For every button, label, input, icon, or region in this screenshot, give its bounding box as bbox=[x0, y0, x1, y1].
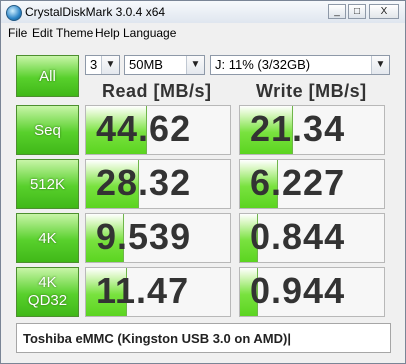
4k-qd32-read-value: 11.47 bbox=[96, 270, 190, 311]
read-header: Read [MB/s] bbox=[102, 81, 212, 101]
seq-write-value: 21.34 bbox=[250, 108, 346, 149]
chevron-down-icon: ▼ bbox=[186, 56, 204, 74]
512k-write-result: 6.227 bbox=[239, 159, 385, 209]
chevron-down-icon: ▼ bbox=[101, 56, 119, 74]
all-button[interactable]: All bbox=[16, 55, 79, 97]
menu-file[interactable]: File bbox=[8, 26, 27, 40]
menu-help[interactable]: Help bbox=[95, 26, 120, 40]
maximize-button[interactable]: □ bbox=[348, 4, 366, 19]
title-bar[interactable]: CrystalDiskMark 3.0.4 x64 _ □ X bbox=[1, 1, 405, 24]
4k-write-value: 0.844 bbox=[250, 216, 346, 257]
test-count-value: 3 bbox=[90, 57, 98, 72]
close-button[interactable]: X bbox=[369, 4, 399, 19]
comment-input[interactable]: Toshiba eMMC (Kingston USB 3.0 on AMD)| bbox=[16, 323, 391, 353]
drive-select[interactable]: J: 11% (3/32GB) ▼ bbox=[210, 55, 390, 75]
seq-label: Seq bbox=[34, 121, 61, 139]
4k-read-value: 9.539 bbox=[96, 216, 192, 257]
seq-button[interactable]: Seq bbox=[16, 105, 79, 155]
menu-edit[interactable]: Edit bbox=[32, 26, 53, 40]
test-size-select[interactable]: 50MB ▼ bbox=[124, 55, 205, 75]
all-button-label: All bbox=[39, 67, 56, 85]
test-size-value: 50MB bbox=[129, 57, 163, 72]
drive-value: J: 11% (3/32GB) bbox=[215, 57, 311, 72]
minimize-button[interactable]: _ bbox=[328, 4, 346, 19]
seq-read-value: 44.62 bbox=[96, 108, 192, 149]
4k-qd32-label: 4K bbox=[38, 274, 57, 291]
4k-write-result: 0.844 bbox=[239, 213, 385, 263]
4k-read-result: 9.539 bbox=[85, 213, 231, 263]
menu-bar: File Edit Theme Help Language bbox=[1, 23, 405, 43]
512k-read-value: 28.32 bbox=[96, 162, 192, 203]
seq-write-result: 21.34 bbox=[239, 105, 385, 155]
512k-button[interactable]: 512K bbox=[16, 159, 79, 209]
512k-label: 512K bbox=[29, 175, 66, 193]
window-title: CrystalDiskMark 3.0.4 x64 bbox=[25, 5, 166, 19]
4k-qd32-sublabel: QD32 bbox=[27, 292, 68, 309]
app-window: CrystalDiskMark 3.0.4 x64 _ □ X File Edi… bbox=[0, 0, 406, 364]
4k-button[interactable]: 4K bbox=[16, 213, 79, 263]
512k-read-result: 28.32 bbox=[85, 159, 231, 209]
test-count-select[interactable]: 3 ▼ bbox=[85, 55, 120, 75]
menu-language[interactable]: Language bbox=[123, 26, 176, 40]
4k-qd32-button[interactable]: 4K QD32 bbox=[16, 267, 79, 317]
disk-app-icon bbox=[6, 5, 22, 21]
4k-qd32-write-value: 0.944 bbox=[250, 270, 346, 311]
4k-qd32-write-result: 0.944 bbox=[239, 267, 385, 317]
512k-write-value: 6.227 bbox=[250, 162, 346, 203]
seq-read-result: 44.62 bbox=[85, 105, 231, 155]
menu-theme[interactable]: Theme bbox=[56, 26, 93, 40]
write-header: Write [MB/s] bbox=[256, 81, 367, 101]
4k-qd32-read-result: 11.47 bbox=[85, 267, 231, 317]
4k-label: 4K bbox=[38, 229, 57, 247]
chevron-down-icon: ▼ bbox=[371, 56, 389, 74]
